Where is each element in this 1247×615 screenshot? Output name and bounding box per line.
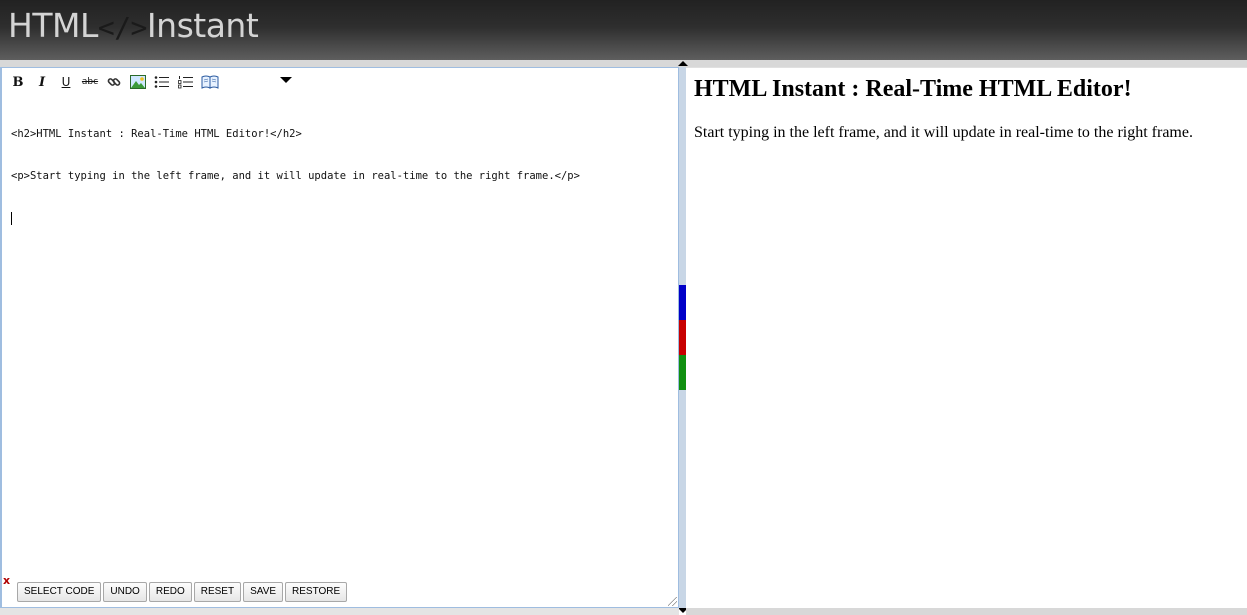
logo-text-html: HTML [8,6,98,45]
italic-icon: I [38,74,46,90]
footer-divider-right [686,608,1247,615]
code-line: <h2>HTML Instant : Real-Time HTML Editor… [11,128,302,140]
preview-heading: HTML Instant : Real-Time HTML Editor! [694,76,1132,102]
book-icon [201,75,219,89]
italic-button[interactable]: I [30,73,54,91]
link-button[interactable] [102,73,126,91]
save-button[interactable]: SAVE [243,582,284,602]
code-line: <p>Start typing in the left frame, and i… [11,170,580,182]
close-icon[interactable]: x [3,574,10,587]
logo-text-tag: </> [97,11,148,44]
arrow-up-icon[interactable] [678,61,688,66]
bold-button[interactable]: B [6,73,30,91]
text-caret [11,212,12,225]
redo-button[interactable]: REDO [148,582,192,602]
editor-toolbar: B I U abc [6,73,292,91]
preview-panel: HTML Instant : Real-Time HTML Editor! St… [686,67,1247,608]
underline-button[interactable]: U [54,73,78,91]
image-button[interactable] [126,73,150,91]
logo-text-instant: Instant [146,6,259,45]
footer-divider-left [0,608,679,615]
numbered-list-icon [178,76,193,89]
strikethrough-button[interactable]: abc [78,73,102,91]
resize-grip-icon[interactable] [668,597,677,606]
code-textarea[interactable]: <h2>HTML Instant : Real-Time HTML Editor… [11,99,671,253]
strikethrough-icon: abc [81,77,99,87]
color-swatch-blue[interactable] [679,285,686,320]
undo-button[interactable]: UNDO [103,582,147,602]
dropdown-icon[interactable] [280,77,292,83]
numbered-list-button[interactable] [174,73,198,91]
restore-button[interactable]: RESTORE [285,582,348,602]
editor-button-bar: SELECT CODE UNDO REDO RESET SAVE RESTORE [17,582,348,602]
bold-icon: B [12,74,24,90]
underline-icon: U [61,75,71,89]
link-icon [107,78,121,86]
preview-paragraph: Start typing in the left frame, and it w… [694,124,1193,141]
select-code-button[interactable]: SELECT CODE [17,582,102,602]
code-editor-panel[interactable]: B I U abc <h2>HTML Instant: Real-Time H… [0,67,679,608]
color-swatch-red[interactable] [679,320,686,355]
app-logo[interactable]: HTML</>Instant [8,6,259,46]
color-swatch-green[interactable] [679,355,686,390]
reference-button[interactable] [198,73,222,91]
header-divider [0,60,1247,67]
bullet-list-icon [154,76,169,88]
image-icon [130,75,146,89]
bullet-list-button[interactable] [150,73,174,91]
reset-button[interactable]: RESET [193,582,242,602]
app-header: HTML</>Instant [0,0,1247,60]
